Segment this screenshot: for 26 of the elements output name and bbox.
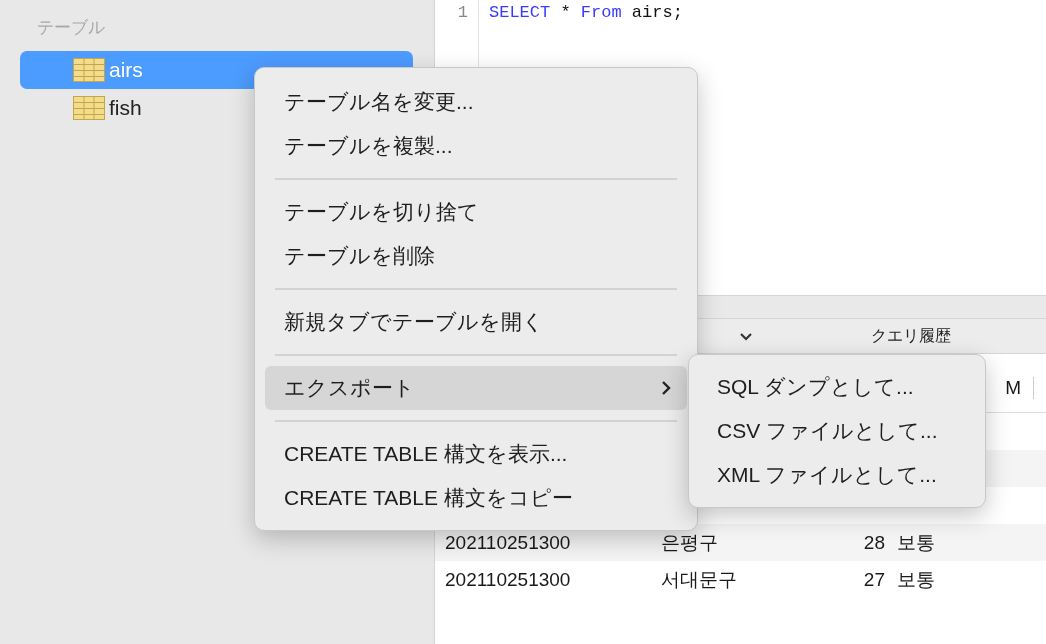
table-cell-text: 서대문구 [660,567,738,592]
line-number: 1 [456,2,468,24]
table-icon [73,58,105,82]
menu-item[interactable]: 新規タブでテーブルを開く [265,300,687,344]
table-cell-text: 28 [862,531,885,554]
menu-item[interactable]: テーブルを削除 [265,234,687,278]
menu-item[interactable]: XML ファイルとして... [689,453,985,497]
column-header[interactable]: M [1005,377,1034,399]
menu-item[interactable]: CREATE TABLE 構文をコピー [265,476,687,520]
menu-item[interactable]: CSV ファイルとして... [689,409,985,453]
table-cell-text: 202110251300 [444,568,572,591]
menu-item[interactable]: SQL ダンプとして... [689,365,985,409]
menu-item[interactable]: テーブルを切り捨て [265,190,687,234]
table-cell-text: 보통 [896,567,935,592]
code-line: SELECT * From airs; [489,2,683,24]
table-icon [73,96,105,120]
panel-tab[interactable]: クエリ履歴 [871,321,951,351]
section-heading: テーブル [37,17,106,39]
menu-item[interactable]: エクスポート [265,366,687,410]
table-cell-text: 202110251300 [444,531,572,554]
menu-item[interactable]: テーブルを複製... [265,124,687,168]
menu-item[interactable]: CREATE TABLE 構文を表示... [265,432,687,476]
chevron-down-icon[interactable] [739,332,753,341]
table-cell-text: 27 [862,568,885,591]
table-cell-text: 은평구 [660,530,719,555]
table-cell-text: 보통 [896,530,935,555]
